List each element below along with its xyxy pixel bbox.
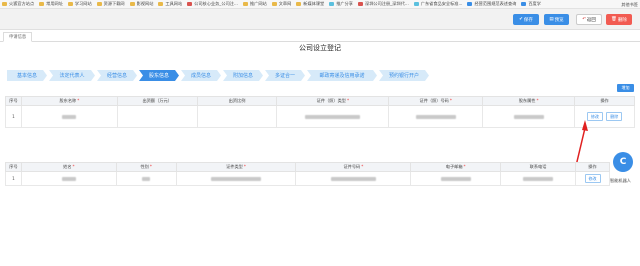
- col-index: 序号: [5, 162, 22, 172]
- row-actions: 修改: [575, 171, 610, 186]
- col-phone: 联系电话: [500, 162, 576, 172]
- table-header: 序号 姓名* 性别* 证件类型* 证件号码* 电子邮箱* 联系电话 操作: [5, 162, 610, 172]
- col-id-type: 证件类型*: [175, 162, 297, 172]
- redacted-cell: [175, 171, 297, 186]
- col-email: 电子邮箱*: [410, 162, 502, 172]
- redacted-cell: [410, 171, 502, 186]
- col-name: 姓名*: [20, 162, 117, 172]
- col-gender: 性别*: [115, 162, 177, 172]
- redacted-cell: [500, 171, 576, 186]
- edit-button[interactable]: 修改: [584, 174, 601, 183]
- redacted-cell: [295, 171, 412, 186]
- col-actions: 操作: [575, 162, 610, 172]
- col-id-number: 证件号码*: [295, 162, 412, 172]
- redacted-cell: [20, 171, 117, 186]
- row-index: 1: [5, 171, 22, 186]
- member-table: 序号 姓名* 性别* 证件类型* 证件号码* 电子邮箱* 联系电话 操作 1 修…: [5, 162, 610, 186]
- table-row: 1 修改: [5, 171, 610, 186]
- robot-label: 智能机器人: [610, 178, 631, 183]
- annotation-arrow: [574, 120, 588, 171]
- redacted-cell: [115, 171, 177, 186]
- robot-icon[interactable]: C: [613, 152, 633, 172]
